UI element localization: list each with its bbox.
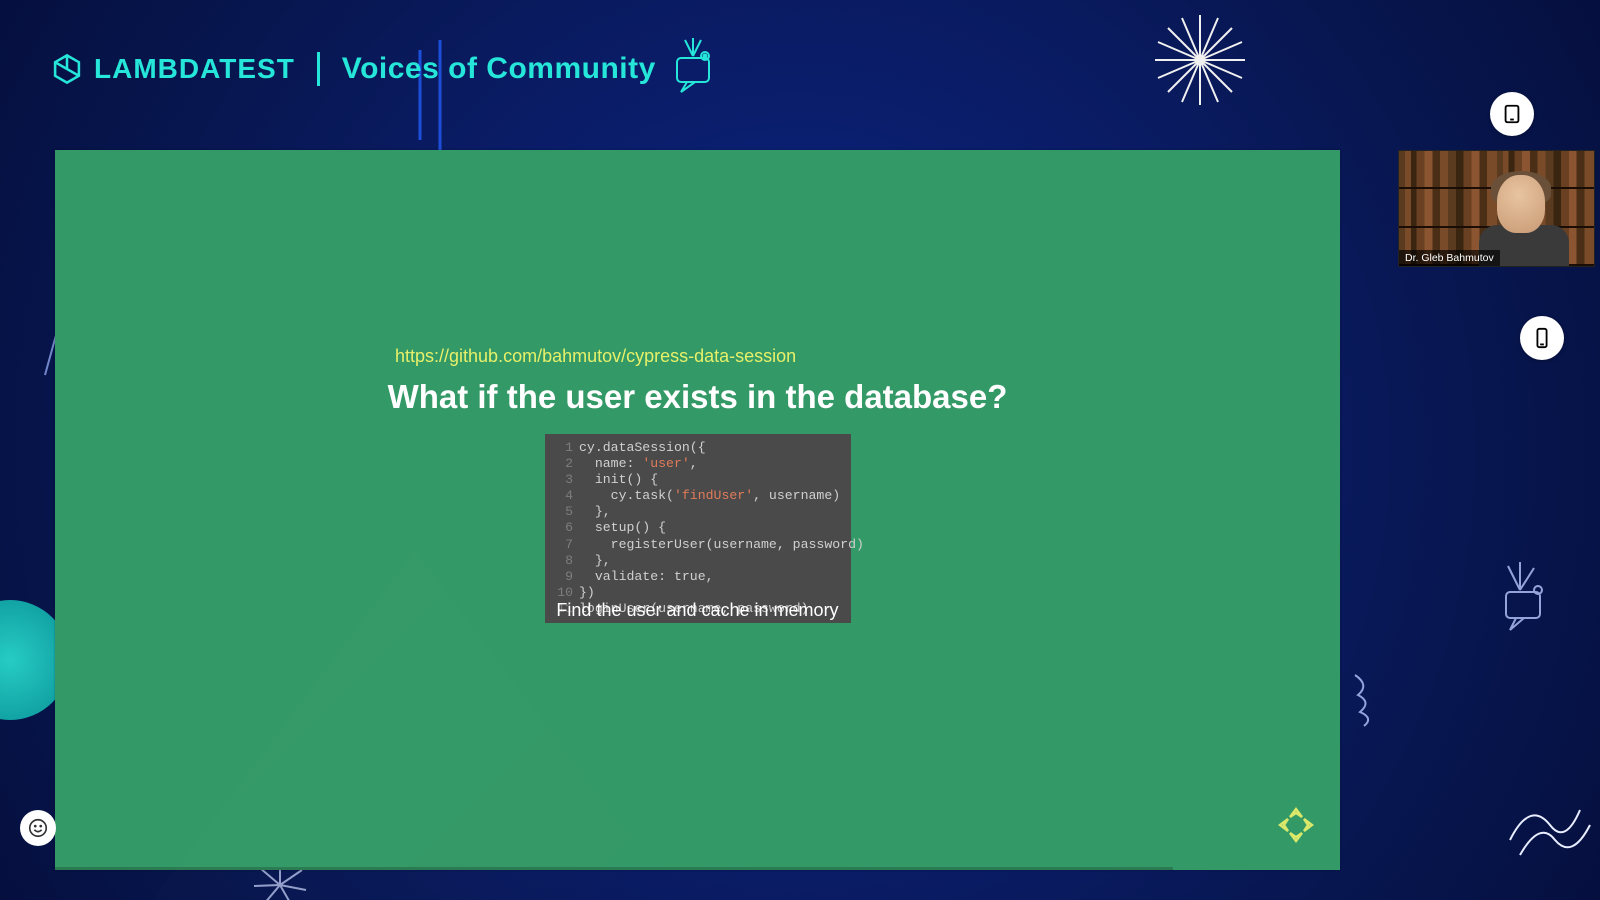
- slide-caption: Find the user and cache in memory: [55, 600, 1340, 621]
- diamond-nav-icon[interactable]: [1274, 803, 1318, 852]
- brand-name: LAMBDATEST: [94, 53, 295, 85]
- presenter-webcam[interactable]: Dr. Gleb Bahmutov: [1398, 150, 1595, 267]
- code-block: 1cy.dataSession({ 2 name: 'user', 3 init…: [545, 434, 851, 623]
- decor-wave: [1500, 770, 1600, 860]
- device-button[interactable]: [1490, 92, 1534, 136]
- decor-burst: [1150, 10, 1250, 110]
- phone-icon: [1531, 327, 1553, 349]
- phone-button[interactable]: [1520, 316, 1564, 360]
- slide-title: What if the user exists in the database?: [55, 378, 1340, 416]
- presentation-slide: https://github.com/bahmutov/cypress-data…: [55, 150, 1340, 870]
- decor-scribble: [1350, 670, 1390, 730]
- brand-logo: LAMBDATEST: [50, 52, 295, 86]
- tablet-icon: [1501, 103, 1523, 125]
- chat-bubble-icon: [665, 38, 721, 99]
- brand-bar: LAMBDATEST Voices of Community: [50, 52, 656, 86]
- slide-url: https://github.com/bahmutov/cypress-data…: [395, 346, 1600, 367]
- decor-chat-doodle: [1480, 560, 1560, 640]
- smile-icon: [27, 817, 49, 839]
- slide-progress: [55, 867, 1173, 870]
- brand-divider: [317, 52, 320, 86]
- presenter-name: Dr. Gleb Bahmutov: [1399, 250, 1500, 266]
- reaction-button[interactable]: [20, 810, 56, 846]
- lambdatest-icon: [50, 52, 84, 86]
- brand-tagline: Voices of Community: [342, 52, 656, 86]
